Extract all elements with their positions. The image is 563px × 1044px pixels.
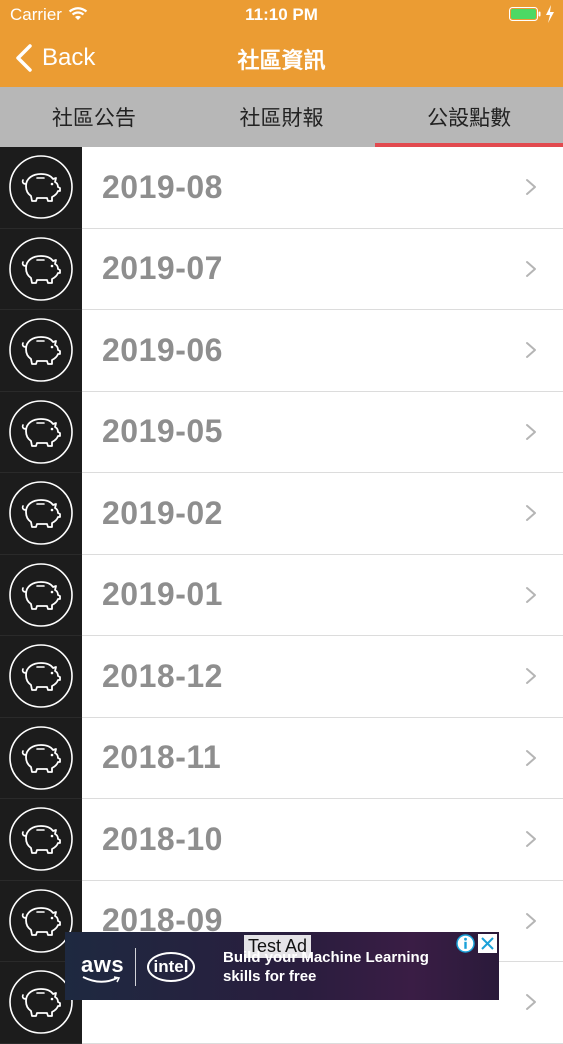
segment-tabs: 社區公告 社區財報 公設點數 bbox=[0, 87, 563, 147]
tab-community-financial-report[interactable]: 社區財報 bbox=[188, 87, 376, 147]
piggy-bank-icon bbox=[9, 318, 73, 383]
list-item[interactable]: 2019-07 bbox=[0, 228, 563, 310]
piggy-bank-icon bbox=[9, 236, 73, 301]
chevron-right-icon bbox=[526, 912, 536, 929]
list-item-label: 2018-12 bbox=[102, 657, 223, 694]
list-item-label: 2019-07 bbox=[102, 250, 223, 287]
list-item-icon-cell bbox=[0, 554, 82, 636]
list-item-content: 2019-05 bbox=[82, 392, 563, 473]
list-item-content: 2019-07 bbox=[82, 229, 563, 310]
list-item-label: 2019-01 bbox=[102, 576, 223, 613]
battery-icon bbox=[509, 7, 541, 21]
status-bar: Carrier 11:10 PM bbox=[0, 0, 563, 30]
chevron-right-icon bbox=[526, 831, 536, 848]
list-item-icon-cell bbox=[0, 391, 82, 473]
list-item-label: 2018-10 bbox=[102, 820, 223, 857]
list-item-content: 2018-11 bbox=[82, 718, 563, 799]
navigation-bar: Back 社區資訊 bbox=[0, 30, 563, 87]
tab-facility-points[interactable]: 公設點數 bbox=[375, 87, 563, 147]
list-item-content: 2019-02 bbox=[82, 473, 563, 555]
list-item[interactable]: 2018-11 bbox=[0, 717, 563, 799]
chevron-right-icon bbox=[526, 260, 536, 277]
chevron-right-icon bbox=[526, 586, 536, 603]
list-item[interactable]: 2019-08 bbox=[0, 147, 563, 229]
status-time: 11:10 PM bbox=[245, 5, 318, 24]
chevron-right-icon bbox=[526, 342, 536, 359]
list-item-icon-cell bbox=[0, 147, 82, 229]
charging-bolt-icon bbox=[546, 5, 554, 23]
piggy-bank-icon bbox=[9, 155, 73, 220]
list-item-content: 2018-12 bbox=[82, 636, 563, 718]
piggy-bank-icon bbox=[9, 399, 73, 464]
piggy-bank-icon bbox=[9, 807, 73, 872]
list-item[interactable]: 2019-01 bbox=[0, 554, 563, 636]
chevron-right-icon bbox=[526, 505, 536, 522]
ad-info-icon[interactable] bbox=[456, 934, 475, 953]
list-item[interactable]: 2019-05 bbox=[0, 391, 563, 473]
list-item-label: 2019-08 bbox=[102, 168, 223, 205]
chevron-right-icon bbox=[526, 749, 536, 766]
list-item-label: 2019-05 bbox=[102, 413, 223, 450]
list-item-icon-cell bbox=[0, 799, 82, 881]
list-item-label: 2019-06 bbox=[102, 331, 223, 368]
ad-banner[interactable]: aws intel Build your Machine Learning sk… bbox=[65, 932, 499, 1000]
test-ad-label: Test Ad bbox=[244, 935, 312, 958]
chevron-right-icon bbox=[526, 994, 536, 1011]
list-item-content: 2019-08 bbox=[82, 147, 563, 229]
list-item-icon-cell bbox=[0, 473, 82, 555]
list-item-icon-cell bbox=[0, 310, 82, 392]
list-item-label: 2019-02 bbox=[102, 494, 223, 531]
list-item-content: 2018-10 bbox=[82, 799, 563, 881]
list-item-icon-cell bbox=[0, 717, 82, 799]
list-item[interactable]: 2018-12 bbox=[0, 636, 563, 718]
ad-close-icon[interactable] bbox=[478, 934, 497, 953]
chevron-right-icon bbox=[526, 179, 536, 196]
piggy-bank-icon bbox=[9, 644, 73, 709]
chevron-right-icon bbox=[526, 423, 536, 440]
aws-smile-icon bbox=[82, 976, 120, 983]
list-item-content: 2019-01 bbox=[82, 555, 563, 636]
list-item[interactable]: 2019-02 bbox=[0, 473, 563, 555]
list-item[interactable]: 2019-06 bbox=[0, 310, 563, 392]
ad-divider bbox=[135, 948, 136, 986]
intel-logo: intel bbox=[147, 952, 195, 982]
chevron-right-icon bbox=[526, 668, 536, 685]
piggy-bank-icon bbox=[9, 562, 73, 627]
list-item-icon-cell bbox=[0, 228, 82, 310]
list-item[interactable]: 2018-10 bbox=[0, 799, 563, 881]
month-list: 2019-08 2019-07 2019-06 2019-05 2019-02 … bbox=[0, 147, 563, 1044]
piggy-bank-icon bbox=[9, 481, 73, 546]
page-title: 社區資訊 bbox=[237, 48, 326, 73]
list-item-icon-cell bbox=[0, 636, 82, 718]
list-item-content: 2019-06 bbox=[82, 310, 563, 392]
aws-logo: aws bbox=[81, 952, 125, 977]
tab-community-announcements[interactable]: 社區公告 bbox=[0, 87, 188, 147]
list-item-label: 2018-11 bbox=[102, 739, 222, 776]
piggy-bank-icon bbox=[9, 725, 73, 790]
